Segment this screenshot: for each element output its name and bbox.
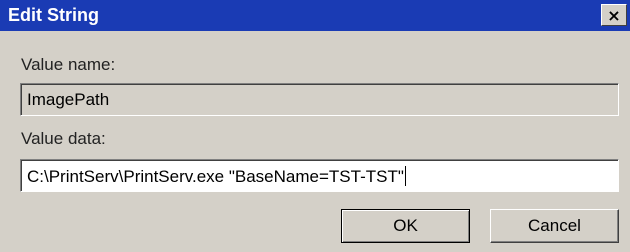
value-data-text: C:\PrintServ\PrintServ.exe "BaseName=TST…	[27, 167, 404, 186]
title-bar[interactable]: Edit String ×	[0, 0, 630, 31]
value-name-label: Value name:	[21, 55, 116, 74]
close-icon: ×	[607, 5, 621, 25]
value-name-field: ImagePath	[20, 83, 619, 116]
value-data-label: Value data:	[21, 129, 106, 148]
ok-button[interactable]: OK	[341, 209, 470, 243]
value-name-text: ImagePath	[27, 90, 110, 109]
text-caret	[404, 166, 406, 186]
value-data-input[interactable]: C:\PrintServ\PrintServ.exe "BaseName=TST…	[20, 159, 619, 192]
close-button[interactable]: ×	[601, 4, 627, 26]
dialog-title: Edit String	[8, 5, 99, 25]
cancel-button[interactable]: Cancel	[490, 209, 619, 243]
edit-string-dialog: Edit String × Value name: ImagePath Valu…	[0, 0, 630, 252]
